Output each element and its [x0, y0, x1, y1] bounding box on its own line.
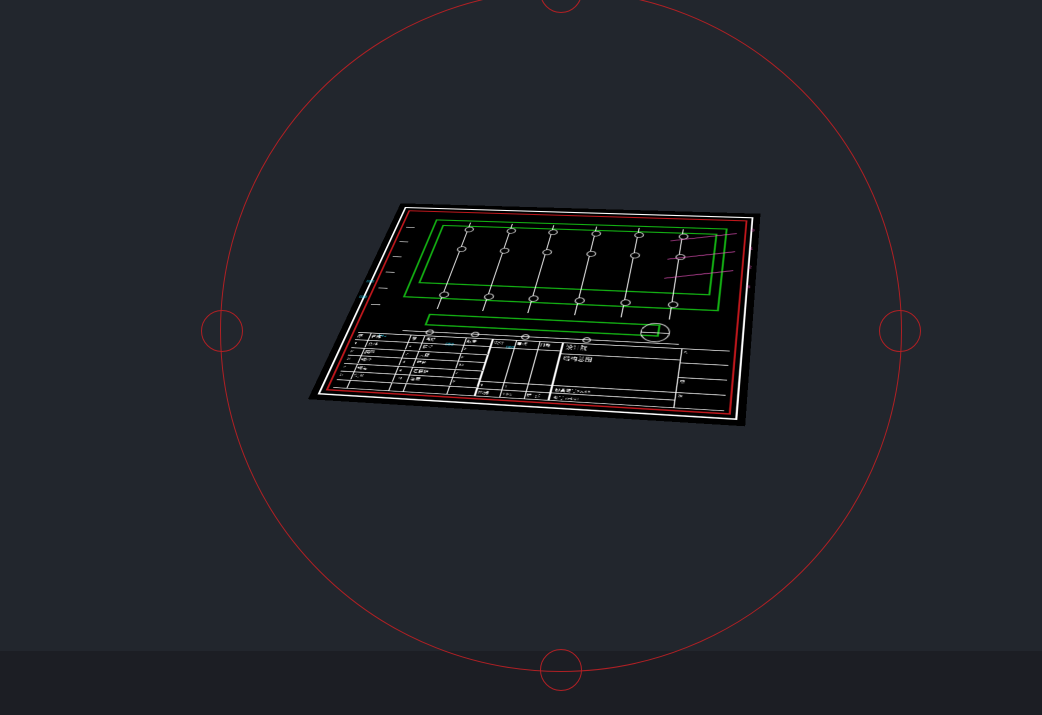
cad-viewport[interactable]: 0 1 2 3 020 030 040 050 060 序 — [0, 0, 1042, 715]
drawing-scene: 0 1 2 3 020 030 040 050 060 序 — [350, 140, 750, 480]
drawing-sheet[interactable]: 0 1 2 3 020 030 040 050 060 序 — [309, 204, 759, 426]
orbit-handle-left[interactable] — [201, 310, 243, 352]
elevation-inner — [418, 225, 717, 296]
orbit-handle-bottom[interactable] — [540, 649, 582, 691]
dim-2: 030 — [358, 295, 367, 299]
orbit-handle-top[interactable] — [540, 0, 582, 13]
orbit-handle-right[interactable] — [879, 310, 921, 352]
elevation-view: 0 1 2 3 — [396, 216, 734, 315]
callout-2: 1 — [750, 247, 754, 251]
callout-1: 0 — [751, 229, 754, 232]
callout-3: 2 — [748, 266, 752, 270]
